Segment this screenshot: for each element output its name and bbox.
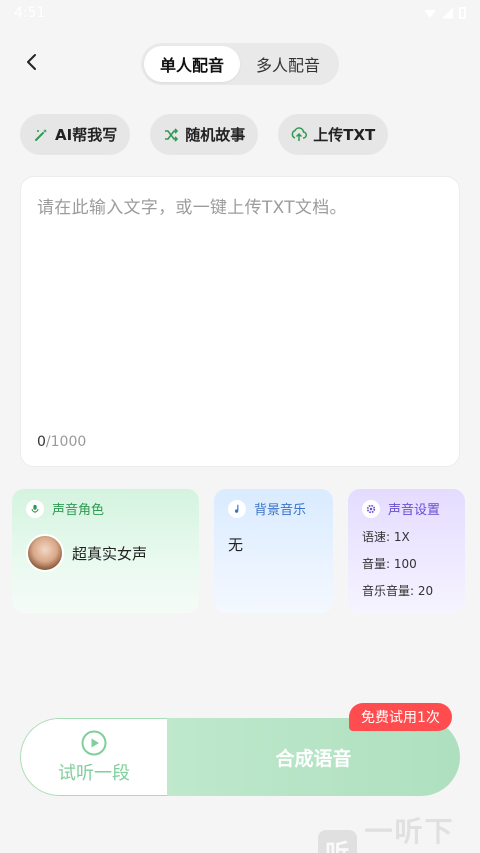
shuffle-icon xyxy=(165,127,179,142)
wifi-icon xyxy=(424,10,436,18)
tab-single-dubbing[interactable]: 单人配音 xyxy=(144,46,240,82)
battery-icon xyxy=(459,7,466,19)
background-music-header: 背景音乐 xyxy=(228,499,319,518)
background-music-card[interactable]: 背景音乐 无 xyxy=(214,489,333,613)
voice-avatar xyxy=(26,534,64,572)
random-story-button[interactable]: 随机故事 xyxy=(150,114,259,155)
speed-setting: 语速: 1X xyxy=(362,530,410,544)
microphone-icon xyxy=(26,499,44,518)
back-button[interactable] xyxy=(18,48,46,76)
background-music-value: 无 xyxy=(228,536,244,554)
voice-settings-header: 声音设置 xyxy=(362,499,451,518)
ai-write-button[interactable]: AI帮我写 xyxy=(20,114,131,155)
random-story-label: 随机故事 xyxy=(185,126,246,144)
chevron-left-icon xyxy=(27,54,36,70)
tool-buttons: AI帮我写 随机故事 上传TXT xyxy=(20,114,389,155)
status-time: 4:51 xyxy=(14,5,46,21)
play-icon xyxy=(81,730,107,755)
char-counter: 0/1000 xyxy=(37,434,86,450)
upload-icon xyxy=(291,126,308,141)
voice-settings-title: 声音设置 xyxy=(388,503,441,518)
voice-role-card[interactable]: 声音角色 超真实女声 xyxy=(12,489,199,613)
background-music-title: 背景音乐 xyxy=(254,503,307,518)
dubbing-mode-switch: 单人配音 多人配音 xyxy=(141,43,339,85)
status-bar: 4:51 xyxy=(0,0,480,26)
status-icons xyxy=(424,7,466,19)
voice-settings-card[interactable]: 声音设置 语速: 1X 音量: 100 音乐音量: 20 xyxy=(348,489,465,613)
text-input-placeholder: 请在此输入文字，或一键上传TXT文档。 xyxy=(37,198,347,218)
preview-label: 试听一段 xyxy=(58,762,130,784)
voice-selection: 超真实女声 xyxy=(26,534,185,572)
preview-button[interactable]: 试听一段 xyxy=(20,718,167,796)
magic-wand-icon xyxy=(35,128,47,141)
char-count-current: 0 xyxy=(37,434,46,450)
upload-txt-label: 上传TXT xyxy=(313,126,376,144)
watermark: 听 一听下载 xyxy=(318,810,480,853)
watermark-text: 一听下载 xyxy=(364,815,455,848)
ai-write-label: AI帮我写 xyxy=(55,126,118,144)
signal-icon xyxy=(442,7,453,19)
volume-setting: 音量: 100 xyxy=(362,557,417,571)
music-volume-setting: 音乐音量: 20 xyxy=(362,584,434,598)
voice-role-title: 声音角色 xyxy=(52,503,105,518)
watermark-logo: 听 xyxy=(318,830,357,853)
free-trial-badge: 免费试用1次 xyxy=(349,703,452,731)
text-input-area[interactable]: 请在此输入文字，或一键上传TXT文档。 0/1000 xyxy=(20,176,460,467)
char-count-max: /1000 xyxy=(45,434,87,450)
settings-icon xyxy=(362,499,380,518)
voice-name: 超真实女声 xyxy=(72,544,148,563)
voice-role-header: 声音角色 xyxy=(26,499,185,518)
music-note-icon xyxy=(228,499,246,518)
upload-txt-button[interactable]: 上传TXT xyxy=(278,114,389,155)
tab-multi-dubbing[interactable]: 多人配音 xyxy=(240,46,336,82)
